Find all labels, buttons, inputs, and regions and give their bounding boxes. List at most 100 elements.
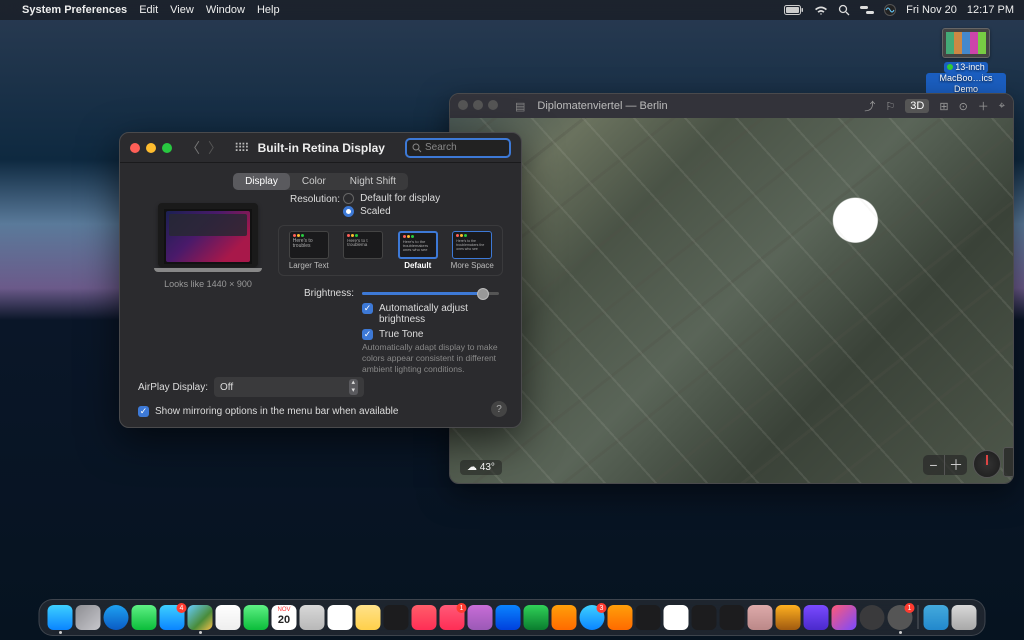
dock-reminders[interactable] <box>328 605 353 630</box>
true-tone-description: Automatically adapt display to make colo… <box>362 342 503 375</box>
dock-safari[interactable] <box>104 605 129 630</box>
chevron-updown-icon: ▴▾ <box>349 379 359 395</box>
dock-system-preferences[interactable]: 1 <box>888 605 913 630</box>
dock-finder[interactable] <box>48 605 73 630</box>
checkbox-true-tone[interactable]: ✓True Tone <box>362 329 503 340</box>
battery-status-icon[interactable] <box>784 5 804 15</box>
dock-numbers[interactable] <box>524 605 549 630</box>
scale-option-2[interactable]: Here's to t troublema <box>339 231 389 270</box>
dock-books[interactable] <box>608 605 633 630</box>
maps-weather-badge[interactable]: ☁ 43° <box>460 460 502 475</box>
maps-titlebar[interactable]: ▤ Diplomatenviertel — Berlin ⤴ ⚐ 3D ⊞ ⊙ … <box>450 94 1013 118</box>
map-mode-icon[interactable]: ⊞ <box>939 100 948 113</box>
pitch-control[interactable] <box>1003 447 1013 477</box>
dock-screenshot[interactable] <box>720 605 745 630</box>
maps-zoom-control[interactable]: − ＋ <box>923 455 967 475</box>
dock-mail[interactable]: 4 <box>160 605 185 630</box>
maps-window: ▤ Diplomatenviertel — Berlin ⤴ ⚐ 3D ⊞ ⊙ … <box>449 93 1014 484</box>
menubar-time[interactable]: 12:17 PM <box>967 4 1014 16</box>
dock-quicktime[interactable] <box>860 605 885 630</box>
desktop-file-2[interactable]: 13-inch MacBoo…ics Demo <box>926 62 1006 95</box>
tab-display[interactable]: Display <box>233 173 290 190</box>
search-input[interactable]: Search <box>405 138 511 158</box>
dock-image-capture[interactable] <box>748 605 773 630</box>
search-icon <box>412 143 422 153</box>
tab-color[interactable]: Color <box>290 173 338 190</box>
dock-notes[interactable] <box>356 605 381 630</box>
maps-canvas[interactable]: ☁ 43° − ＋ <box>450 118 1013 483</box>
dock-garageband[interactable] <box>776 605 801 630</box>
tab-night-shift[interactable]: Night Shift <box>338 173 408 190</box>
dock-messages[interactable] <box>132 605 157 630</box>
menubar: System Preferences Edit View Window Help… <box>0 0 1024 20</box>
dock-keynote[interactable] <box>496 605 521 630</box>
brightness-slider[interactable] <box>362 292 499 295</box>
radio-scaled[interactable]: Scaled <box>343 206 440 217</box>
zoom-in-button[interactable]: ＋ <box>945 455 967 475</box>
maps-window-controls[interactable] <box>458 100 503 113</box>
dock-downloads[interactable] <box>924 605 949 630</box>
zoom-icon[interactable] <box>162 143 172 153</box>
dock-appstore[interactable]: 3 <box>580 605 605 630</box>
airplay-select[interactable]: Off ▴▾ <box>214 377 364 397</box>
scale-option-default[interactable]: Here's to the troublemakers ones who see… <box>393 231 443 270</box>
spotlight-icon[interactable] <box>838 4 850 16</box>
checkbox-auto-brightness[interactable]: ✓Automatically adjust brightness <box>362 303 503 325</box>
radio-default-display[interactable]: Default for display <box>343 193 440 204</box>
menu-window[interactable]: Window <box>206 4 245 16</box>
add-icon[interactable]: ＋ <box>978 98 989 114</box>
display-preview-icon <box>158 203 258 267</box>
minimize-icon[interactable] <box>146 143 156 153</box>
resolution-readout: Looks like 1440 × 900 <box>138 279 278 289</box>
menu-edit[interactable]: Edit <box>139 4 158 16</box>
desktop-file-1[interactable] <box>926 28 1006 62</box>
prefs-titlebar[interactable]: 〈 〉 ⠿⠿ Built-in Retina Display Search <box>120 133 521 163</box>
close-icon[interactable] <box>130 143 140 153</box>
dock-podcasts[interactable] <box>468 605 493 630</box>
dock-home[interactable] <box>664 605 689 630</box>
dock-photos[interactable] <box>216 605 241 630</box>
view-3d-toggle[interactable]: 3D <box>905 99 929 113</box>
app-menu[interactable]: System Preferences <box>22 4 127 16</box>
map-settings-icon[interactable]: ⊙ <box>959 100 968 113</box>
dock-voice-memos[interactable] <box>692 605 717 630</box>
dock-music[interactable]: 1 <box>440 605 465 630</box>
compass-icon[interactable] <box>973 450 1001 478</box>
wifi-icon[interactable] <box>814 5 828 16</box>
dock-news[interactable] <box>412 605 437 630</box>
scale-option-larger-text[interactable]: Here's to troubles Larger Text <box>284 231 334 270</box>
page-title: Built-in Retina Display <box>258 141 385 155</box>
back-button[interactable]: 〈 <box>186 138 200 158</box>
dock-contacts[interactable] <box>300 605 325 630</box>
checkbox-show-mirroring[interactable]: ✓Show mirroring options in the menu bar … <box>138 406 398 417</box>
siri-icon[interactable] <box>884 4 896 16</box>
forward-button[interactable]: 〉 <box>208 138 222 158</box>
dock-maps[interactable] <box>188 605 213 630</box>
brightness-label: Brightness: <box>278 288 354 299</box>
sidebar-toggle-icon[interactable]: ▤ <box>515 100 525 113</box>
dock-trash[interactable] <box>952 605 977 630</box>
show-all-icon[interactable]: ⠿⠿ <box>234 141 248 155</box>
share-icon[interactable]: ⤴ <box>864 98 875 114</box>
maps-title: Diplomatenviertel — Berlin <box>537 100 667 112</box>
scale-option-more-space[interactable]: Here's to the troublemakers the ones who… <box>448 231 498 270</box>
dock-calendar[interactable]: NOV20 <box>272 605 297 630</box>
menubar-date[interactable]: Fri Nov 20 <box>906 4 957 16</box>
dock-facetime[interactable] <box>244 605 269 630</box>
dock: 4 NOV20 1 3 1 <box>39 599 986 636</box>
dock-tv[interactable] <box>384 605 409 630</box>
dock-pages[interactable] <box>552 605 577 630</box>
menu-help[interactable]: Help <box>257 4 280 16</box>
zoom-out-button[interactable]: − <box>923 455 945 475</box>
menu-view[interactable]: View <box>170 4 194 16</box>
dock-imovie[interactable] <box>804 605 829 630</box>
dock-stocks[interactable] <box>636 605 661 630</box>
resolution-label: Resolution: <box>278 194 340 205</box>
control-center-icon[interactable] <box>860 5 874 15</box>
dock-shortcuts[interactable] <box>832 605 857 630</box>
dock-launchpad[interactable] <box>76 605 101 630</box>
help-button[interactable]: ? <box>491 401 507 417</box>
bookmark-icon[interactable]: ⚐ <box>885 100 895 113</box>
prefs-window-controls[interactable] <box>130 143 172 153</box>
locate-icon[interactable]: ⌖ <box>999 100 1005 113</box>
